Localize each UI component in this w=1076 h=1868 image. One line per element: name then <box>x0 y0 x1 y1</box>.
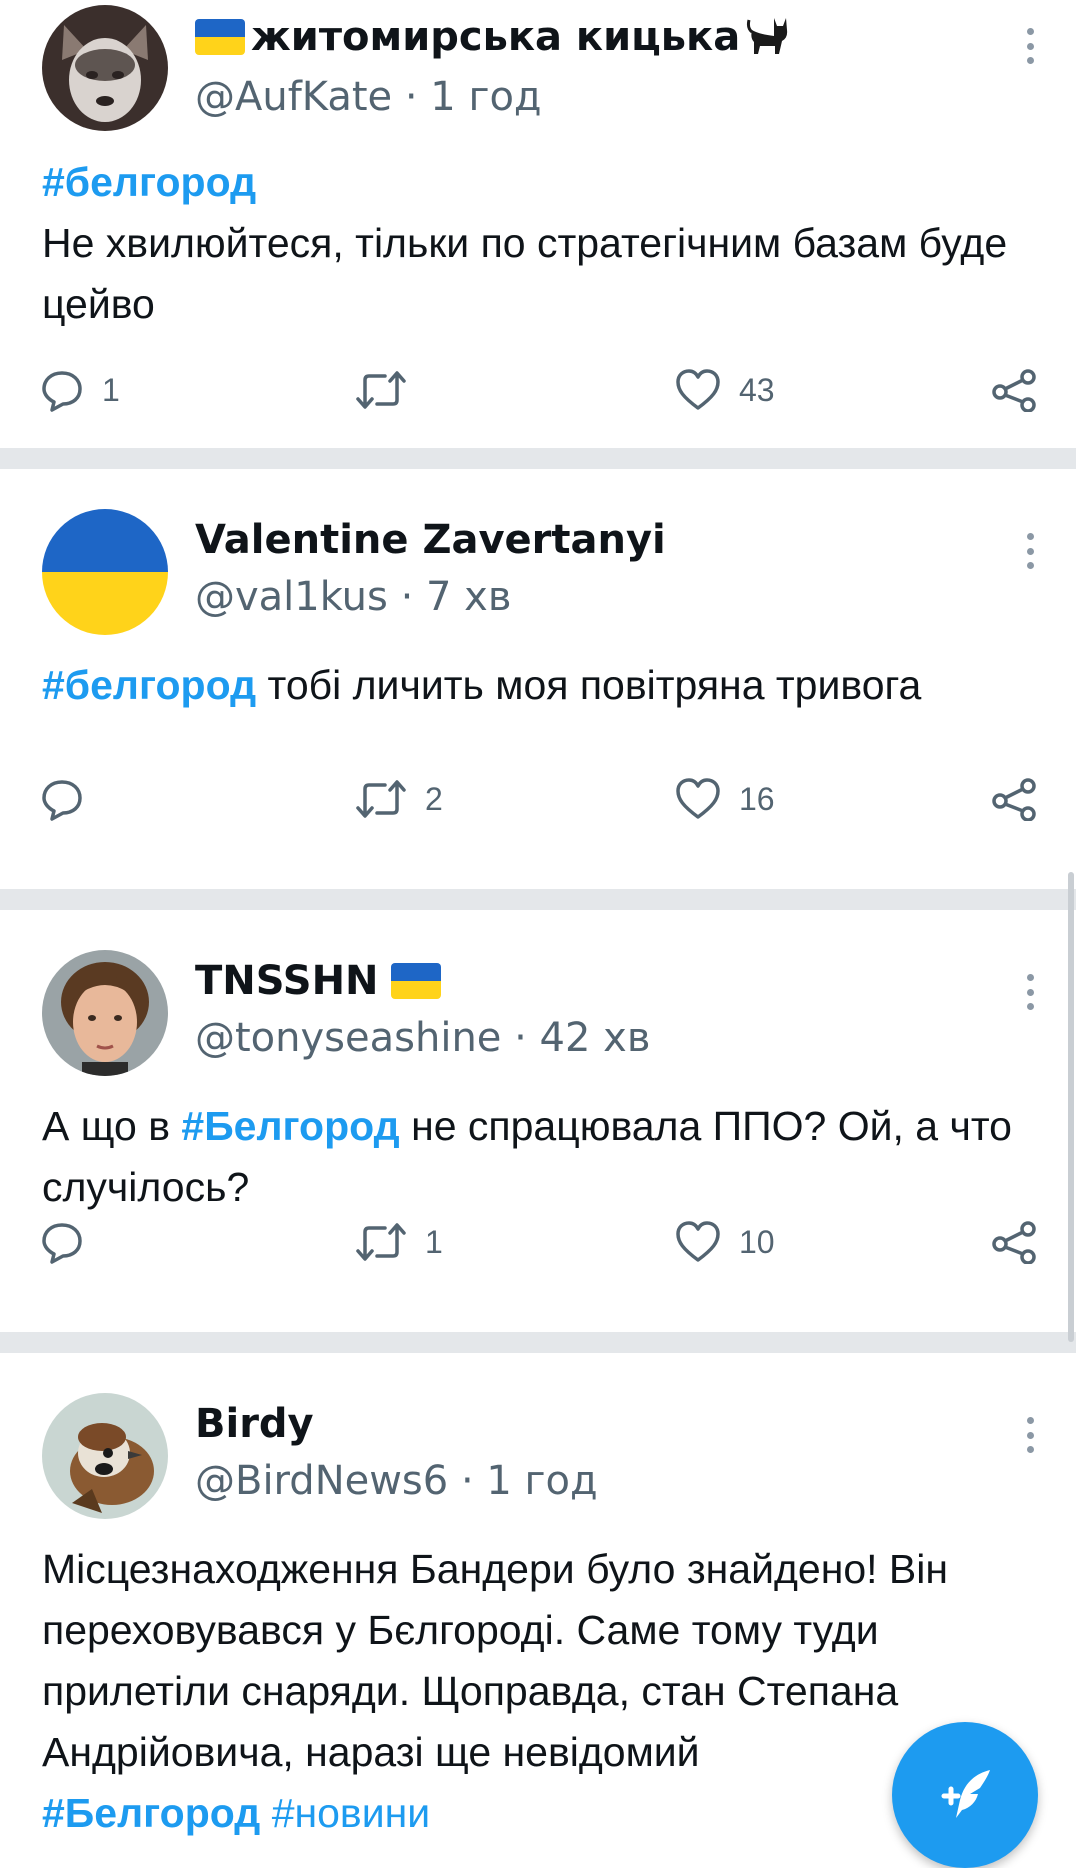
tweet[interactable]: Valentine Zavertanyi @val1kus · 7 хв #бе… <box>0 469 1076 889</box>
avatar[interactable] <box>42 950 168 1076</box>
like-count: 10 <box>739 1223 775 1260</box>
display-name-text: житомирська кицька <box>251 14 741 60</box>
hashtag-link[interactable]: #белгород <box>42 662 256 708</box>
tweet[interactable]: TNSSHN @tonyseashine · 42 хв А що в #Бел… <box>0 910 1076 1332</box>
share-button[interactable] <box>990 1212 1038 1272</box>
reply-icon <box>42 371 82 412</box>
share-button[interactable] <box>990 769 1038 829</box>
share-icon <box>992 1221 1036 1264</box>
like-icon <box>676 1221 720 1262</box>
share-button[interactable] <box>990 360 1038 420</box>
separator <box>0 1332 1076 1353</box>
like-count: 16 <box>739 780 775 817</box>
compose-tweet-icon <box>941 1770 990 1818</box>
tweet-actions: 1 43 <box>0 360 1076 420</box>
retweet-button[interactable] <box>355 360 425 420</box>
avatar[interactable] <box>42 5 168 131</box>
retweet-button[interactable]: 2 <box>355 769 443 829</box>
handle-timestamp[interactable]: @val1kus · 7 хв <box>195 574 511 620</box>
display-name-text: Valentine Zavertanyi <box>195 517 666 563</box>
cat-icon <box>747 18 788 54</box>
like-icon <box>676 778 720 819</box>
reply-button[interactable]: 1 <box>40 360 120 420</box>
handle-timestamp[interactable]: @AufKate · 1 год <box>195 74 542 120</box>
scrollbar[interactable] <box>1068 872 1074 1342</box>
reply-button[interactable] <box>40 1212 102 1272</box>
tweet-text: А що в #Белгород не спрацювала ППО? Ой, … <box>42 1096 1042 1218</box>
compose-tweet-button[interactable] <box>892 1722 1038 1868</box>
like-button[interactable]: 43 <box>675 360 775 420</box>
tweet-text-space <box>260 1790 271 1836</box>
reply-count: 1 <box>102 371 120 408</box>
retweet-count: 1 <box>425 1223 443 1260</box>
retweet-icon <box>356 1223 406 1261</box>
like-icon <box>676 369 720 410</box>
tweet-actions: 1 10 <box>0 1212 1076 1272</box>
hashtag-link[interactable]: #Белгород <box>42 1790 260 1836</box>
display-name[interactable]: TNSSHN <box>195 958 441 1004</box>
tweet-text-body: тобі личить моя повітряна тривога <box>256 662 922 708</box>
retweet-button[interactable]: 1 <box>355 1212 443 1272</box>
reply-button[interactable] <box>40 769 102 829</box>
reply-icon <box>42 780 82 821</box>
more-vertical-icon[interactable] <box>1026 533 1034 569</box>
reply-icon <box>42 1223 82 1264</box>
retweet-icon <box>356 780 406 818</box>
like-count: 43 <box>739 371 775 408</box>
handle-timestamp[interactable]: @tonyseashine · 42 хв <box>195 1015 650 1061</box>
like-button[interactable]: 10 <box>675 1212 775 1272</box>
share-icon <box>992 778 1036 821</box>
more-vertical-icon[interactable] <box>1026 28 1034 64</box>
tweet-text-body: Не хвилюйтеся, тільки по стратегічним ба… <box>42 220 1008 327</box>
retweet-count: 2 <box>425 780 443 817</box>
more-vertical-icon[interactable] <box>1026 974 1034 1010</box>
tweet-text: #белгород Не хвилюйтеся, тільки по страт… <box>42 152 1042 335</box>
more-vertical-icon[interactable] <box>1026 1417 1034 1453</box>
display-name[interactable]: житомирська кицька <box>195 14 790 60</box>
hashtag-link[interactable]: #Белгород <box>181 1103 399 1149</box>
tweet-text-body: Місцезнаходження Бандери було знайдено! … <box>42 1546 949 1775</box>
like-button[interactable]: 16 <box>675 769 775 829</box>
tweet-text-body: А що в <box>42 1103 182 1149</box>
display-name-text: Birdy <box>195 1401 314 1447</box>
display-name-text: TNSSHN <box>195 958 379 1004</box>
tweet-text: Місцезнаходження Бандери було знайдено! … <box>42 1539 1002 1844</box>
handle-timestamp[interactable]: @BirdNews6 · 1 год <box>195 1458 598 1504</box>
hashtag-link[interactable]: #новини <box>272 1790 430 1836</box>
tweet[interactable]: житомирська кицька @AufKate · 1 год #бел… <box>0 0 1076 448</box>
tweet-actions: 2 16 <box>0 769 1076 829</box>
display-name[interactable]: Valentine Zavertanyi <box>195 517 666 563</box>
avatar[interactable] <box>42 509 168 635</box>
avatar[interactable] <box>42 1393 168 1519</box>
retweet-icon <box>356 371 406 409</box>
separator <box>0 889 1076 910</box>
share-icon <box>992 369 1036 412</box>
tweet-text: #белгород тобі личить моя повітряна трив… <box>42 655 1042 716</box>
display-name[interactable]: Birdy <box>195 1401 314 1447</box>
ukraine-flag-icon <box>195 19 245 55</box>
separator <box>0 448 1076 469</box>
hashtag-link[interactable]: #белгород <box>42 159 256 205</box>
ukraine-flag-icon <box>390 963 441 999</box>
